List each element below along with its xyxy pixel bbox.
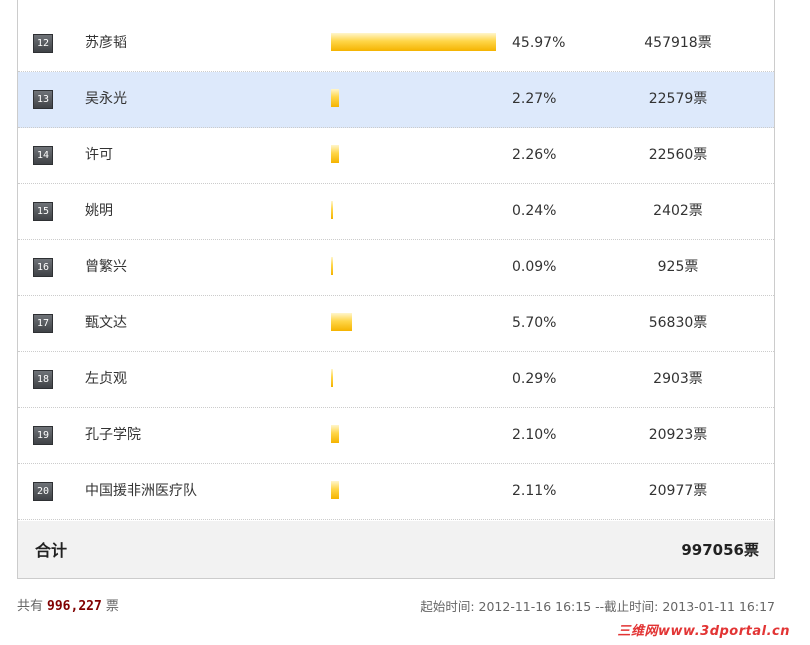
rank-badge: 14 <box>33 146 53 165</box>
candidate-name: 吴永光 <box>85 91 127 107</box>
total-label: 合计 <box>35 541 68 560</box>
vote-percent: 2.26% <box>512 147 557 163</box>
vote-count: 20923票 <box>648 427 708 443</box>
table-row: 14 许可 2.26% 22560票 <box>18 128 774 184</box>
candidate-name: 曾繁兴 <box>85 259 127 275</box>
vote-bar <box>331 33 496 51</box>
vote-percent: 0.09% <box>512 259 557 275</box>
poll-results-table: 12 苏彦韬 45.97% 457918票 13 吴永光 2.27% 22579票 14 许可 2.… <box>17 0 775 579</box>
vote-percent: 2.10% <box>512 427 557 443</box>
vote-percent: 45.97% <box>512 35 566 51</box>
vote-bar <box>331 481 339 499</box>
vote-bar <box>331 145 339 163</box>
rank-badge: 19 <box>33 426 53 445</box>
vote-bar <box>331 257 333 275</box>
table-row: 18 左贞观 0.29% 2903票 <box>18 352 774 408</box>
rank-badge: 17 <box>33 314 53 333</box>
candidate-name: 甄文达 <box>85 315 127 331</box>
rank-badge: 18 <box>33 370 53 389</box>
vote-bar <box>331 89 339 107</box>
footer-total-prefix: 共有 <box>17 599 44 614</box>
vote-count: 20977票 <box>648 483 708 499</box>
footer-total-count: 996,227 <box>47 599 102 614</box>
table-row: 19 孔子学院 2.10% 20923票 <box>18 408 774 464</box>
total-value: 997056票 <box>681 541 759 559</box>
rank-badge: 12 <box>33 34 53 53</box>
vote-count: 2903票 <box>653 371 703 387</box>
vote-count: 22579票 <box>648 91 708 107</box>
rank-badge: 16 <box>33 258 53 277</box>
vote-bar <box>331 313 352 331</box>
candidate-name: 苏彦韬 <box>85 35 127 51</box>
watermark: 三维网www.3dportal.cn <box>617 624 790 639</box>
rank-badge: 13 <box>33 90 53 109</box>
vote-count: 457918票 <box>644 35 712 51</box>
vote-bar <box>331 369 333 387</box>
table-row: 16 曾繁兴 0.09% 925票 <box>18 240 774 296</box>
vote-count: 2402票 <box>653 203 703 219</box>
candidate-name: 左贞观 <box>85 371 127 387</box>
vote-percent: 5.70% <box>512 315 557 331</box>
table-row: 20 中国援非洲医疗队 2.11% 20977票 <box>18 464 774 520</box>
table-row: 12 苏彦韬 45.97% 457918票 <box>18 16 774 72</box>
candidate-name: 中国援非洲医疗队 <box>85 483 197 499</box>
candidate-name: 许可 <box>85 147 113 163</box>
table-row: 15 姚明 0.24% 2402票 <box>18 184 774 240</box>
vote-percent: 2.27% <box>512 91 557 107</box>
footer-total-suffix: 票 <box>105 599 119 614</box>
vote-percent: 0.29% <box>512 371 557 387</box>
vote-count: 56830票 <box>648 315 708 331</box>
rank-badge: 20 <box>33 482 53 501</box>
rank-badge: 15 <box>33 202 53 221</box>
footer-time-range: 起始时间: 2012-11-16 16:15 --截止时间: 2013-01-1… <box>420 599 775 614</box>
vote-percent: 0.24% <box>512 203 557 219</box>
footer-total: 共有 996,227 票 <box>17 597 119 617</box>
vote-percent: 2.11% <box>512 483 557 499</box>
vote-bar <box>331 425 339 443</box>
table-row: 13 吴永光 2.27% 22579票 <box>18 72 774 128</box>
vote-count: 22560票 <box>648 147 708 163</box>
total-row: 合计 997056票 <box>18 521 774 578</box>
vote-count: 925票 <box>657 259 699 275</box>
candidate-name: 姚明 <box>85 203 113 219</box>
candidate-name: 孔子学院 <box>85 427 141 443</box>
vote-bar <box>331 201 333 219</box>
table-row: 17 甄文达 5.70% 56830票 <box>18 296 774 352</box>
